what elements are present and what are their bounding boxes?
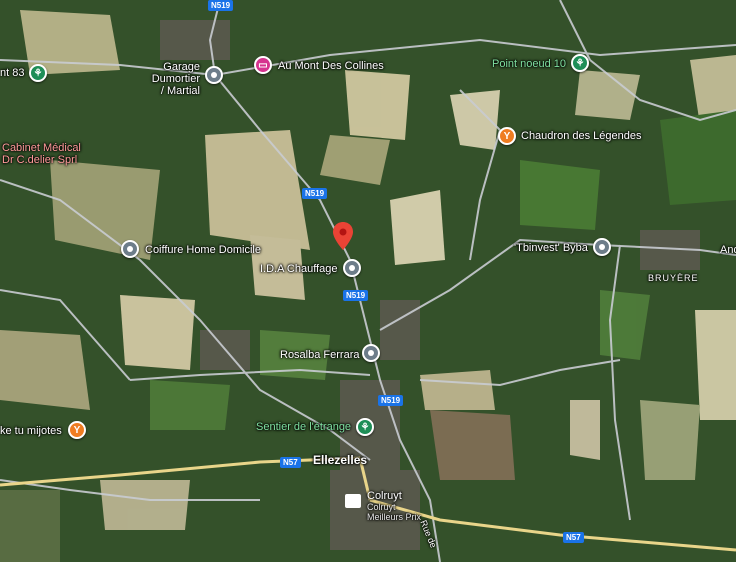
- place-chaudron-pin[interactable]: Y: [498, 127, 516, 145]
- road-shield-n519-2: N519: [343, 290, 369, 301]
- road-shield-n57-2: N57: [563, 532, 584, 543]
- place-ida-pin[interactable]: [343, 259, 361, 277]
- place-coiffure-label[interactable]: Coiffure Home Domicile: [145, 244, 261, 256]
- place-and-label[interactable]: And: [720, 244, 736, 256]
- road-shield-n519-top: N519: [208, 0, 234, 11]
- place-mijotes-pin[interactable]: Y: [68, 421, 86, 439]
- town-bruyere-label: BRUYÈRE: [648, 273, 699, 283]
- place-colruyt-label[interactable]: Colruyt: [367, 490, 402, 502]
- place-chaudron-label[interactable]: Chaudron des Légendes: [521, 130, 641, 142]
- place-rosalba-label[interactable]: Rosalba Ferrara: [280, 349, 359, 361]
- place-mijotes-label[interactable]: ke tu mijotes: [0, 425, 62, 437]
- place-pt83-label[interactable]: nt 83: [0, 67, 24, 79]
- map-canvas[interactable]: N519 N519 N519 N519 N57 N57 Rue de ⚘ nt …: [0, 0, 736, 562]
- place-colruyt-sub[interactable]: Colruyt Meilleurs Prix: [367, 502, 421, 522]
- place-cabinet-label[interactable]: Cabinet Médical Dr C.delier Sprl: [2, 142, 81, 166]
- place-garage-pin[interactable]: [205, 66, 223, 84]
- shop-icon[interactable]: [345, 494, 361, 508]
- place-mont-pin[interactable]: ▭: [254, 56, 272, 74]
- place-rosalba-pin[interactable]: [362, 344, 380, 362]
- place-ida-label[interactable]: I.D.A Chauffage: [260, 263, 337, 275]
- place-tbinvest-label[interactable]: 'Tbinvest' Byba: [514, 242, 588, 254]
- place-tbinvest-pin[interactable]: [593, 238, 611, 256]
- road-shield-n57: N57: [280, 457, 301, 468]
- place-mont-label[interactable]: Au Mont Des Collines: [278, 60, 384, 72]
- road-shield-n519-3: N519: [378, 395, 404, 406]
- place-garage-label[interactable]: Garage Dumortier / Martial: [112, 61, 200, 97]
- place-point-pin[interactable]: ⚘: [571, 54, 589, 72]
- place-sentier-pin[interactable]: ⚘: [356, 418, 374, 436]
- selected-location-marker[interactable]: [333, 222, 353, 250]
- place-sentier-label[interactable]: Sentier de l'étrange: [256, 421, 351, 433]
- place-point-label[interactable]: Point noeud 10: [492, 58, 566, 70]
- town-ellezelles-label: Ellezelles: [313, 453, 368, 467]
- place-pt83-pin[interactable]: ⚘: [29, 64, 47, 82]
- road-shield-n519: N519: [302, 188, 328, 199]
- satellite-imagery: [0, 0, 736, 562]
- place-coiffure-pin[interactable]: [121, 240, 139, 258]
